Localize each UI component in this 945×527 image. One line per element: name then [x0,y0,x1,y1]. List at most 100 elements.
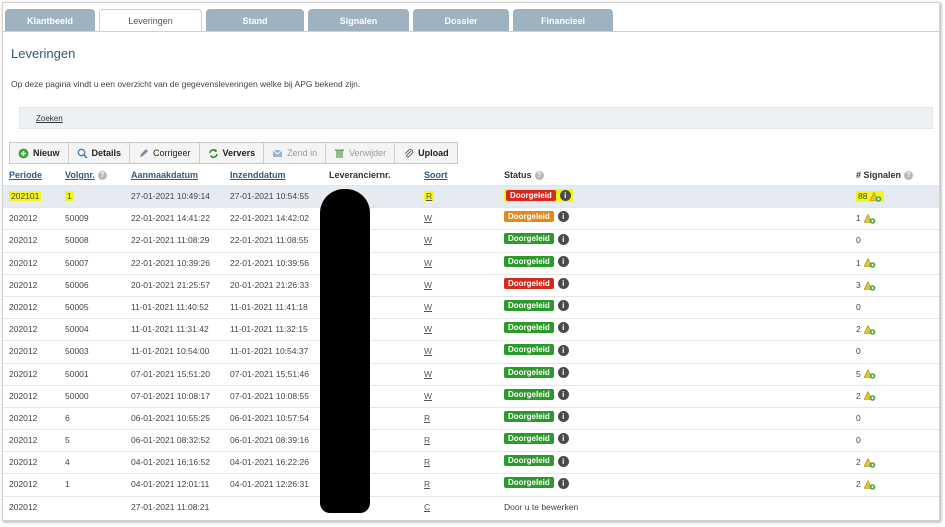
info-icon[interactable]: i [557,411,569,423]
info-icon[interactable]: i [557,455,569,467]
status-badge[interactable]: Doorgeleid [504,433,554,445]
delete-button[interactable]: Verwijder [326,143,396,163]
soort-link[interactable]: W [424,391,432,401]
signal-warning-icon[interactable] [863,480,876,490]
submit-button[interactable]: Zend in [264,143,327,163]
info-icon[interactable]: i [557,255,569,267]
table-row[interactable]: 202012 1 04-01-2021 12:01:11 04-01-2021 12:… [3,473,939,495]
soort-cell: R [424,457,430,467]
signal-warning-icon[interactable] [863,391,876,402]
signal-warning-icon[interactable] [863,324,876,335]
tab-stand[interactable]: Stand [206,9,304,32]
info-icon[interactable]: i [557,388,569,400]
info-icon[interactable]: i [557,278,569,289]
col-inzenddatum[interactable]: Inzenddatum [230,170,286,180]
table-row[interactable]: 202012 50003 11-01-2021 10:54:00 11-01-2021… [3,340,939,362]
signals-cell: 1 [856,213,876,224]
refresh-button[interactable]: Ververs [200,143,265,163]
signal-warning-icon[interactable] [863,458,876,468]
status-badge[interactable]: Doorgeleid [506,190,556,201]
new-button[interactable]: Nieuw [10,143,69,163]
tab-dossier[interactable]: Dossier [413,9,509,32]
status-badge[interactable]: Doorgeleid [504,255,554,267]
soort-cell: W [424,258,432,268]
col-periode[interactable]: Periode [9,170,42,180]
soort-link[interactable]: W [424,302,432,312]
signal-warning-icon[interactable] [863,369,876,380]
correct-button[interactable]: Corrigeer [130,143,200,163]
table-row[interactable]: 202012 50008 22-01-2021 11:08:29 22-01-2021… [3,229,939,251]
status-badge[interactable]: Doorgeleid [504,233,554,245]
tab-signalen[interactable]: Signalen [308,9,409,32]
info-icon[interactable]: i [559,190,571,202]
volgnr-cell: 50009 [65,213,89,224]
signal-warning-icon[interactable] [863,213,876,224]
soort-link[interactable]: W [424,258,432,268]
table-row[interactable]: 202012 50005 11-01-2021 11:40:52 11-01-2021… [3,295,939,318]
status-badge[interactable]: Doorgeleid [504,211,554,223]
status-badge[interactable]: Doorgeleid [504,388,554,400]
upload-button[interactable]: Upload [395,143,457,163]
col-aanmaakdatum[interactable]: Aanmaakdatum [131,170,198,180]
col-volgnr[interactable]: Volgnr.? [65,170,107,180]
soort-link[interactable]: W [424,369,432,379]
signal-warning-icon[interactable] [870,191,882,202]
status-badge[interactable]: Doorgeleid [504,366,554,378]
inzenddatum-cell: 06-01-2021 10:57:54 [230,412,309,423]
delete-icon [334,148,345,159]
inzenddatum-cell: 04-01-2021 12:26:31 [230,479,309,490]
table-row[interactable]: 202101 1 27-01-2021 10:49:14 27-01-2021 10:… [3,185,939,208]
soort-link[interactable]: W [424,280,432,290]
tab-financieel[interactable]: Financieel [513,9,613,32]
soort-link[interactable]: W [424,213,432,223]
info-icon[interactable]: i [557,233,569,245]
table-row[interactable]: 202012 50004 11-01-2021 11:31:42 11-01-2021… [3,318,939,340]
table-row[interactable]: 202012 6 06-01-2021 10:55:25 06-01-2021 10:… [3,406,939,429]
details-button[interactable]: Details [69,143,131,163]
col-soort[interactable]: Soort [424,170,448,180]
status-badge[interactable]: Doorgeleid [504,410,554,422]
soort-link[interactable]: R [426,191,432,201]
soort-link[interactable]: R [424,435,430,445]
table-row[interactable]: 202012 27-01-2021 11:08:21 C Door u te bewe… [3,495,939,518]
soort-link[interactable]: W [424,324,432,334]
table-row[interactable]: 202012 50000 07-01-2021 10:08:17 07-01-2021… [3,384,939,407]
soort-link[interactable]: W [424,235,432,245]
tab-leveringen[interactable]: Leveringen [99,9,202,32]
status-badge[interactable]: Doorgeleid [504,322,554,334]
status-badge[interactable]: Doorgeleid [504,344,554,356]
info-icon[interactable]: i [557,300,569,312]
info-icon[interactable]: i [557,477,569,489]
search-toggle-link[interactable]: Zoeken [36,114,63,123]
table-row[interactable]: 202012 50007 22-01-2021 10:39:26 22-01-2021… [3,251,939,274]
soort-link[interactable]: C [424,502,430,512]
signal-warning-icon[interactable] [863,258,876,269]
status-badge[interactable]: Doorgeleid [504,477,554,489]
soort-link[interactable]: R [424,413,430,423]
status-badge[interactable]: Doorgeleid [504,299,554,311]
help-icon[interactable]: ? [534,170,544,180]
table-row[interactable]: 202012 50009 22-01-2021 14:41:22 22-01-2021… [3,207,939,229]
table-row[interactable]: 202012 50006 20-01-2021 21:25:57 20-01-2021… [3,273,939,296]
status-badge[interactable]: Doorgeleid [504,277,554,289]
inzenddatum-cell: 06-01-2021 08:39:16 [230,435,309,446]
info-icon[interactable]: i [557,211,569,223]
details-button-label: Details [91,148,122,158]
table-row[interactable]: 202012 5 06-01-2021 08:32:52 06-01-2021 08:… [3,429,939,451]
signal-warning-icon[interactable] [863,280,876,291]
info-icon[interactable]: i [557,322,569,334]
info-icon[interactable]: i [557,344,569,356]
info-icon[interactable]: i [557,366,569,378]
info-icon[interactable]: i [557,433,569,445]
aanmaakdatum-cell: 27-01-2021 10:49:14 [131,191,210,201]
soort-link[interactable]: R [424,457,430,467]
soort-link[interactable]: R [424,479,430,489]
table-row[interactable]: 202012 4 04-01-2021 16:16:52 04-01-2021 16:… [3,451,939,473]
help-icon[interactable]: ? [97,170,107,180]
soort-cell: W [424,346,432,356]
help-icon[interactable]: ? [904,170,914,180]
status-badge[interactable]: Doorgeleid [504,455,554,467]
table-row[interactable]: 202012 50001 07-01-2021 15:51:20 07-01-2021… [3,362,939,385]
soort-link[interactable]: W [424,346,432,356]
tab-klantbeeld[interactable]: Klantbeeld [5,9,95,32]
